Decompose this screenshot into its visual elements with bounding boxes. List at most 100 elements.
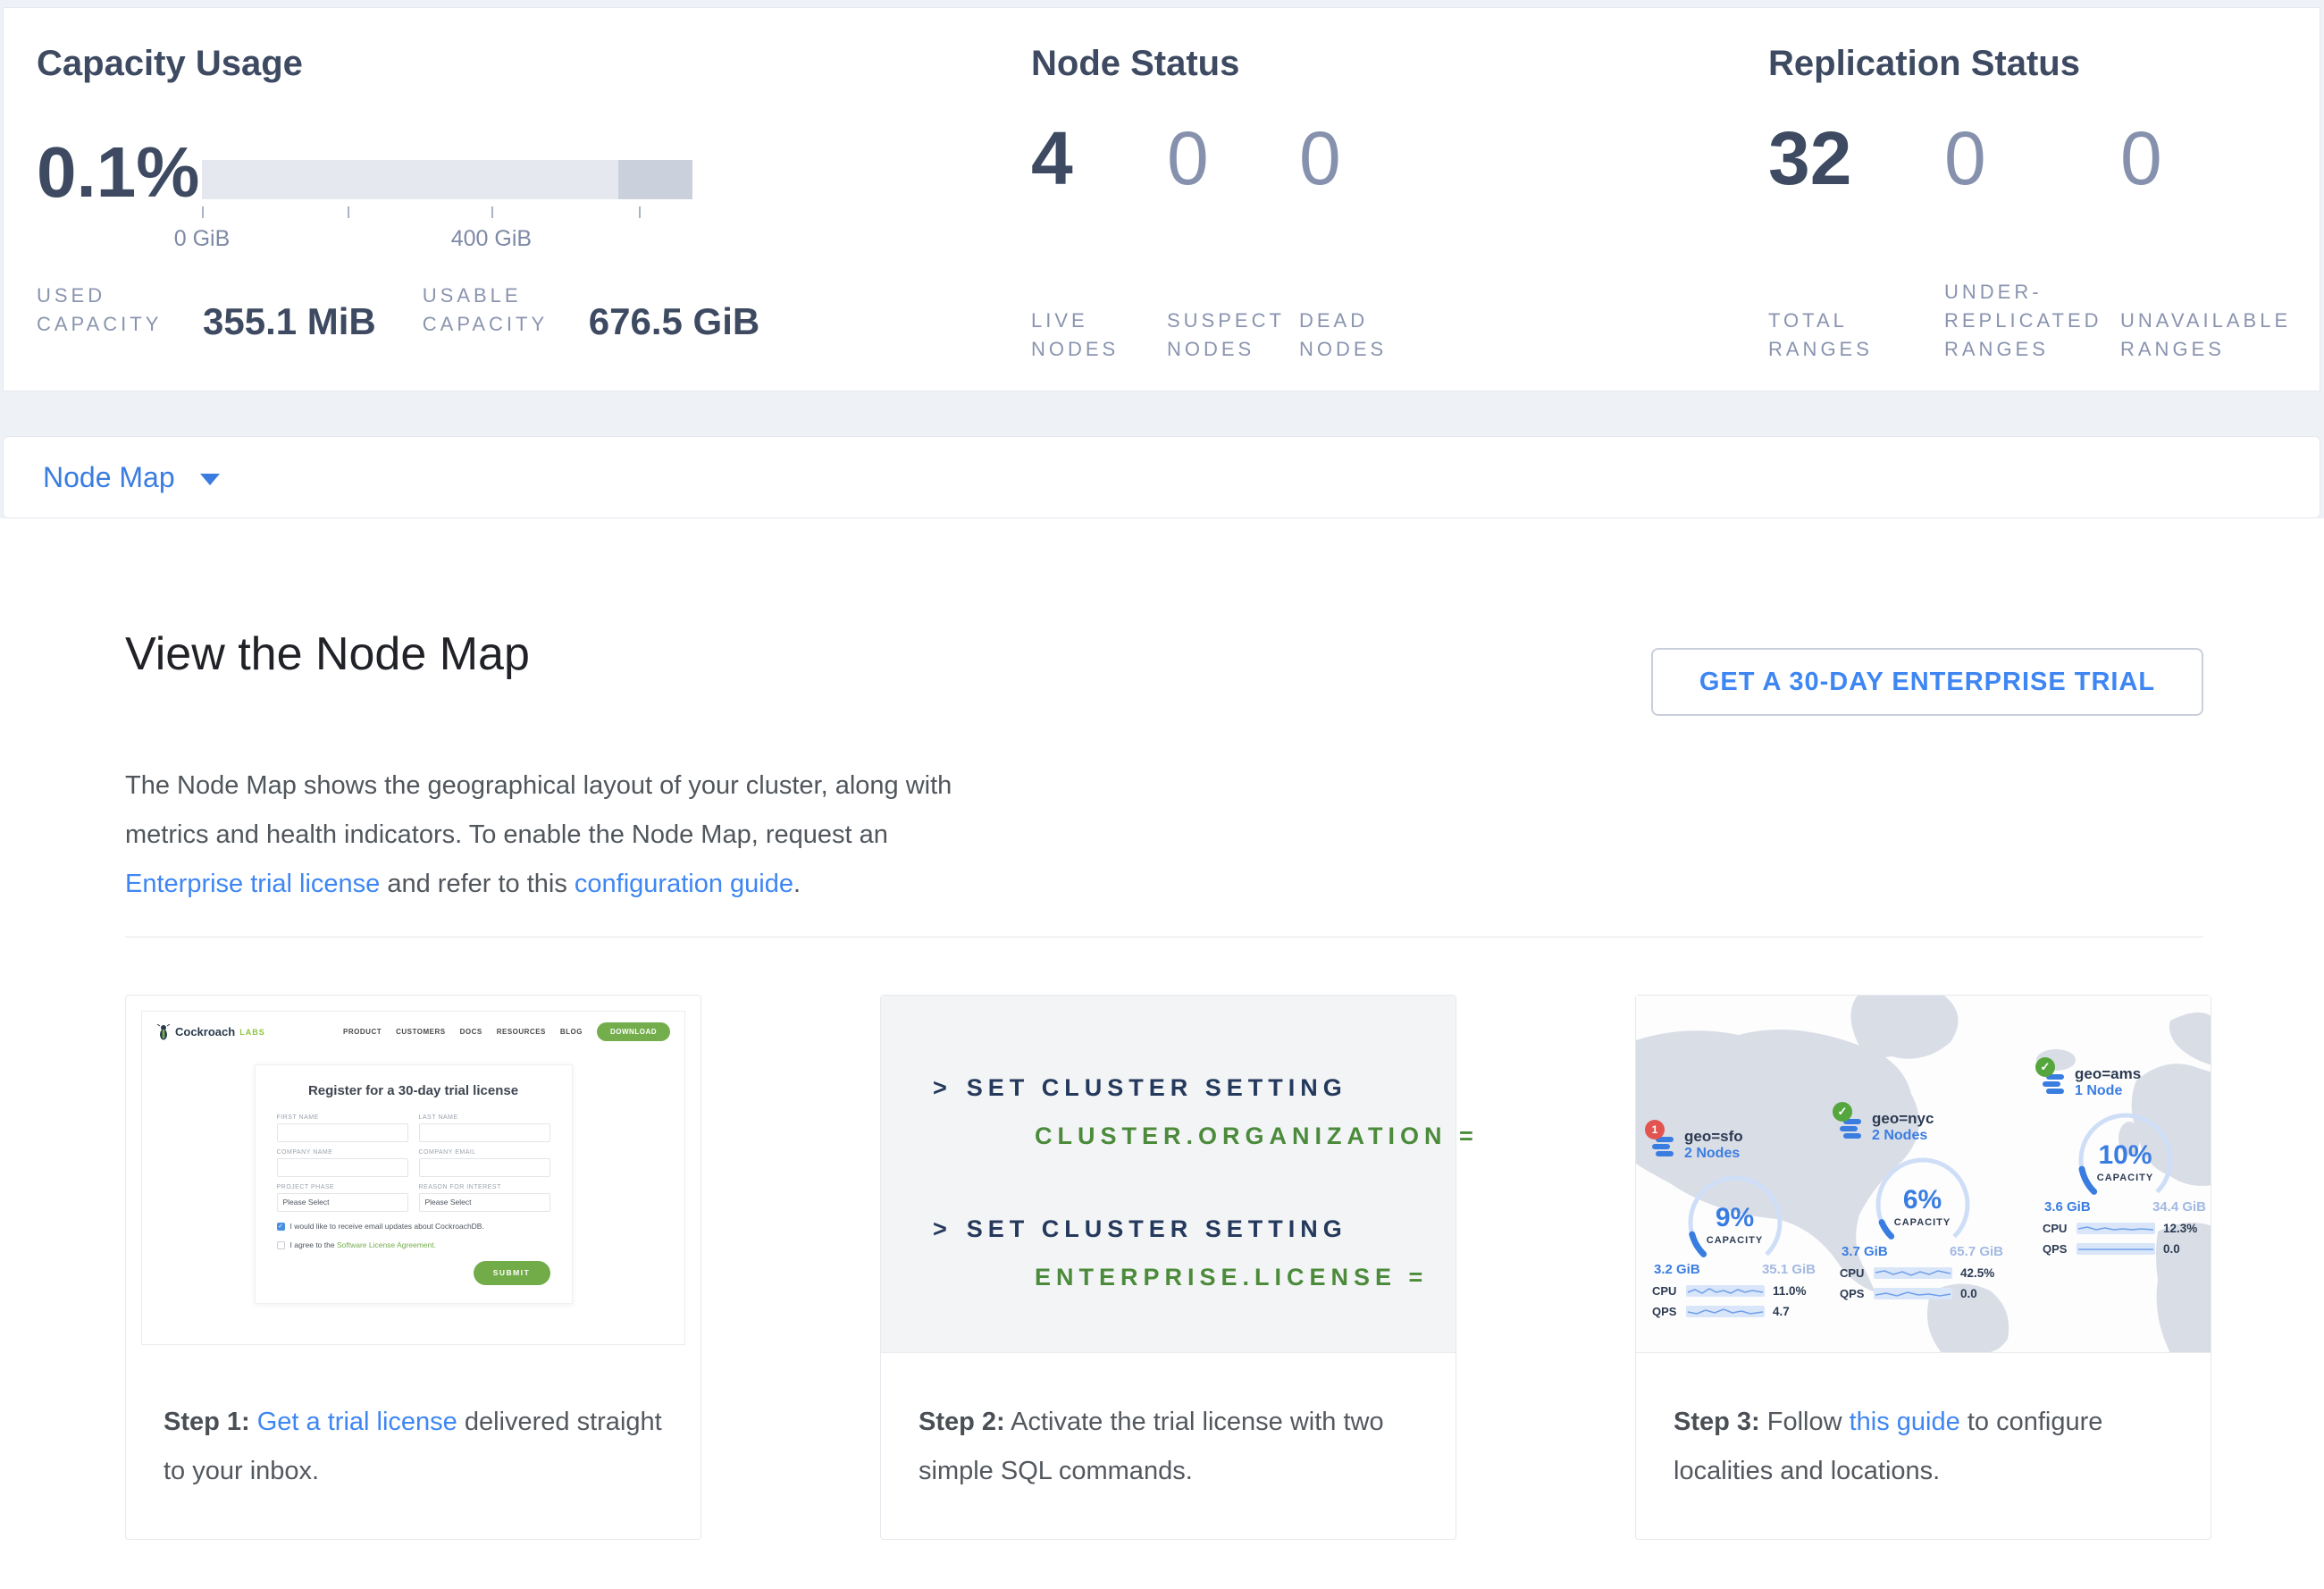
- this-guide-link[interactable]: this guide: [1850, 1408, 1960, 1436]
- capacity-gauge: 6% CAPACITY: [1869, 1151, 1976, 1258]
- usable-capacity-label: USABLE CAPACITY: [423, 282, 558, 339]
- sql-line-2: CLUSTER.ORGANIZATION =: [1035, 1122, 1479, 1150]
- chevron-down-icon: [200, 474, 220, 485]
- gauge-label: CAPACITY: [1894, 1217, 1951, 1228]
- db-stack-icon: [1840, 1119, 1863, 1140]
- qps-value: 0.0: [2163, 1242, 2180, 1256]
- node-map-promo-section: View the Node Map The Node Map shows the…: [0, 518, 2324, 1589]
- mini-nav-product: PRODUCT: [343, 1028, 382, 1036]
- step2-caption: Step 2: Activate the trial license with …: [919, 1398, 1423, 1496]
- locality-node-count: 2 Nodes: [1684, 1146, 1817, 1162]
- mini-checkbox-checked: ✓: [277, 1223, 285, 1231]
- locality-name: geo=ams: [2075, 1065, 2208, 1083]
- mini-last-name-input: [419, 1123, 550, 1142]
- db-stack-icon: [2043, 1074, 2066, 1096]
- node-status-stats: 4 LIVE NODES 0 SUSPECT NODES 0 DEAD NODE…: [1031, 121, 1442, 364]
- cpu-sparkline: [1874, 1267, 1952, 1279]
- promo-description: The Node Map shows the geographical layo…: [125, 761, 983, 909]
- total-ranges-value: 32: [1768, 121, 1944, 196]
- step2-prefix: Step 2:: [919, 1408, 1005, 1436]
- mini-nav-customers: CUSTOMERS: [396, 1028, 445, 1036]
- cpu-value: 11.0%: [1773, 1284, 1807, 1298]
- step3-prefix: Step 3:: [1674, 1408, 1760, 1436]
- used-capacity-value: 355.1 MiB: [203, 300, 376, 343]
- under-replicated-ranges-value: 0: [1944, 121, 2120, 196]
- capacity-percent: 0.1%: [37, 131, 199, 214]
- view-selector-label: Node Map: [43, 461, 175, 494]
- total-ranges-label: TOTAL RANGES: [1768, 307, 1902, 364]
- locality-sfo: 1 geo=sfo 2 Nodes: [1652, 1128, 1817, 1318]
- registration-form-thumbnail: Cockroach LABS PRODUCT CUSTOMERS DOCS RE…: [141, 1011, 685, 1345]
- capacity-usage-title: Capacity Usage: [37, 44, 303, 84]
- locality-ams: ✓ geo=ams 1 Node: [2043, 1065, 2208, 1256]
- mini-nav-resources: RESOURCES: [497, 1028, 546, 1036]
- dead-nodes-label: DEAD NODES: [1299, 307, 1415, 364]
- step3-caption: Step 3: Follow this guide to configure l…: [1674, 1398, 2178, 1496]
- capacity-gauge: 9% CAPACITY: [1682, 1169, 1789, 1276]
- cpu-value: 42.5%: [1960, 1266, 1994, 1280]
- sql-line-4: ENTERPRISE.LICENSE =: [1035, 1264, 1428, 1291]
- brand-suffix: LABS: [239, 1028, 265, 1037]
- cpu-label: CPU: [1840, 1266, 1874, 1280]
- mini-field-label: REASON FOR INTEREST: [419, 1184, 550, 1190]
- step2-card: >SET CLUSTER SETTING CLUSTER.ORGANIZATIO…: [880, 995, 1456, 1540]
- mini-company-name-input: [277, 1158, 408, 1177]
- used-capacity-label: USED CAPACITY: [37, 282, 172, 339]
- cockroach-icon: [156, 1024, 171, 1040]
- replication-status-title: Replication Status: [1768, 44, 2080, 84]
- mini-download-button: DOWNLOAD: [597, 1022, 670, 1041]
- mini-field-label: COMPANY NAME: [277, 1149, 408, 1156]
- mini-form-title: Register for a 30-day trial license: [277, 1083, 550, 1098]
- error-badge: 1: [1645, 1120, 1665, 1139]
- capacity-bar-other-segment: [618, 160, 692, 199]
- gauge-percent: 9%: [1716, 1204, 1754, 1232]
- desc-text-3: .: [793, 870, 801, 898]
- enterprise-trial-license-link[interactable]: Enterprise trial license: [125, 870, 380, 898]
- qps-sparkline: [1686, 1306, 1765, 1317]
- qps-label: QPS: [1652, 1305, 1686, 1318]
- desc-text-2: and refer to this: [380, 870, 575, 898]
- configuration-guide-link[interactable]: configuration guide: [575, 870, 793, 898]
- locality-node-count: 2 Nodes: [1872, 1128, 2005, 1144]
- spacer-band: [3, 391, 2320, 436]
- suspect-nodes-value: 0: [1167, 121, 1299, 196]
- view-selector-dropdown[interactable]: Node Map: [3, 436, 2320, 518]
- tick-label-0: 0 GiB: [174, 226, 231, 252]
- sql-code-block: >SET CLUSTER SETTING CLUSTER.ORGANIZATIO…: [881, 996, 1456, 1353]
- sql-line-3: >SET CLUSTER SETTING: [933, 1215, 1347, 1243]
- mini-license-link: Software License Agreement.: [337, 1240, 436, 1249]
- cpu-sparkline: [2076, 1223, 2155, 1234]
- get-trial-license-link[interactable]: Get a trial license: [257, 1408, 457, 1436]
- cockroach-labs-logo: Cockroach LABS: [156, 1024, 265, 1040]
- tick-label-400: 400 GiB: [451, 226, 532, 252]
- desc-text-1: The Node Map shows the geographical layo…: [125, 771, 952, 849]
- get-enterprise-trial-button[interactable]: GET A 30-DAY ENTERPRISE TRIAL: [1651, 648, 2203, 716]
- mini-submit-button: SUBMIT: [474, 1261, 550, 1285]
- check-icon: ✓: [2035, 1057, 2055, 1077]
- db-stack-icon: [1652, 1137, 1675, 1158]
- locality-node-count: 1 Node: [2075, 1083, 2208, 1099]
- qps-sparkline: [1874, 1288, 1952, 1299]
- qps-sparkline: [2076, 1243, 2155, 1255]
- capacity-bar-usable-segment: [202, 160, 618, 199]
- capacity-metrics: USED CAPACITY 355.1 MiB USABLE CAPACITY …: [37, 282, 759, 339]
- mini-field-label: FIRST NAME: [277, 1114, 408, 1121]
- locality-name: geo=sfo: [1684, 1128, 1817, 1146]
- step1-caption: Step 1: Get a trial license delivered st…: [164, 1398, 668, 1496]
- mini-first-name-input: [277, 1123, 408, 1142]
- locality-name: geo=nyc: [1872, 1110, 2005, 1128]
- cluster-summary-panel: Capacity Usage 0.1% 0 GiB 400 GiB USED C…: [3, 7, 2320, 391]
- mini-site-header: Cockroach LABS PRODUCT CUSTOMERS DOCS RE…: [142, 1012, 684, 1041]
- check-icon: ✓: [1833, 1102, 1852, 1122]
- dead-nodes-value: 0: [1299, 121, 1442, 196]
- mini-field-label: LAST NAME: [419, 1114, 550, 1121]
- qps-value: 0.0: [1960, 1287, 1977, 1300]
- replication-stats: 32 TOTAL RANGES 0 UNDER-REPLICATED RANGE…: [1768, 121, 2308, 364]
- cluster-overview-header: Capacity Usage 0.1% 0 GiB 400 GiB USED C…: [0, 0, 2324, 518]
- mini-project-phase-select: Please Select: [277, 1193, 408, 1212]
- mini-nav-blog: BLOG: [560, 1028, 583, 1036]
- step1-prefix: Step 1:: [164, 1408, 250, 1436]
- suspect-nodes-label: SUSPECT NODES: [1167, 307, 1283, 364]
- gauge-percent: 6%: [1903, 1186, 1942, 1215]
- mini-field-label: PROJECT PHASE: [277, 1184, 408, 1190]
